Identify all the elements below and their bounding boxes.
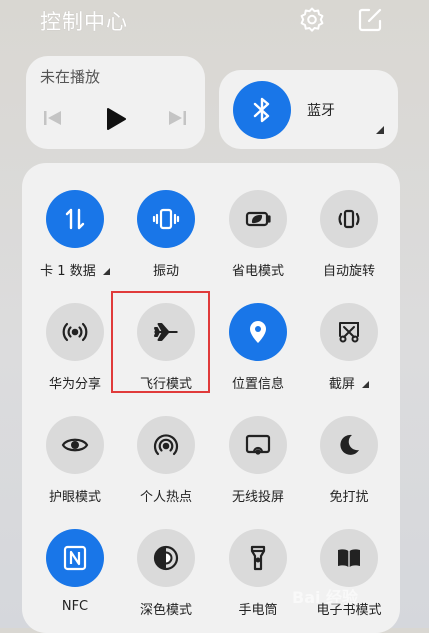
- nfc-icon: [46, 529, 104, 587]
- flashlight-icon: [229, 529, 287, 587]
- tile-label: 华为分享: [48, 377, 101, 392]
- media-card: 未在播放: [26, 56, 205, 149]
- dark-mode-icon: [137, 529, 195, 587]
- hotspot-icon: [137, 416, 195, 474]
- tile-label: 省电模式: [231, 264, 284, 279]
- tile-vibrate[interactable]: 振动: [126, 190, 206, 290]
- tile-location[interactable]: 位置信息: [218, 303, 298, 403]
- tile-label: 护眼模式: [48, 490, 101, 505]
- tile-label: 免打扰: [329, 490, 369, 505]
- next-track-icon[interactable]: [166, 108, 188, 132]
- screenshot-icon: [320, 303, 378, 361]
- bluetooth-icon[interactable]: [233, 81, 291, 139]
- location-icon: [229, 303, 287, 361]
- previous-track-icon[interactable]: [42, 108, 64, 132]
- tile-label: 自动旋转: [322, 264, 375, 279]
- tile-screenshot[interactable]: 截屏: [309, 303, 389, 403]
- tile-eye-comfort[interactable]: 护眼模式: [35, 416, 115, 516]
- tile-label: 无线投屏: [231, 490, 284, 505]
- tile-flashlight[interactable]: 手电筒: [218, 529, 298, 629]
- tile-label: 振动: [152, 264, 179, 279]
- tile-label: 个人热点: [139, 490, 192, 505]
- gear-icon[interactable]: [298, 6, 326, 34]
- huawei-share-icon: [46, 303, 104, 361]
- tile-auto-rotate[interactable]: 自动旋转: [309, 190, 389, 290]
- tile-label: 深色模式: [139, 603, 192, 618]
- battery-saver-icon: [229, 190, 287, 248]
- tile-label: NFC: [61, 599, 89, 614]
- mobile-data-icon: [46, 190, 104, 248]
- tile-label: 截屏: [299, 373, 399, 392]
- vibrate-icon: [137, 190, 195, 248]
- tile-nfc[interactable]: NFC: [35, 529, 115, 629]
- dropdown-indicator: [362, 381, 370, 388]
- airplane-mode-highlight-box: [111, 291, 210, 393]
- bluetooth-label: 蓝牙: [307, 103, 335, 119]
- tile-dark-mode[interactable]: 深色模式: [126, 529, 206, 629]
- tile-battery-saver[interactable]: 省电模式: [218, 190, 298, 290]
- tile-ebook-mode[interactable]: 电子书模式: [309, 529, 389, 629]
- dropdown-indicator: [102, 268, 110, 275]
- eye-comfort-icon: [46, 416, 104, 474]
- tile-huawei-share[interactable]: 华为分享: [35, 303, 115, 403]
- edit-icon[interactable]: [356, 6, 384, 34]
- tile-wireless-projection[interactable]: 无线投屏: [218, 416, 298, 516]
- watermark: Bai 经验: [292, 588, 359, 607]
- do-not-disturb-icon: [320, 416, 378, 474]
- page-title: 控制中心: [40, 10, 128, 34]
- bluetooth-card[interactable]: 蓝牙: [219, 70, 398, 149]
- play-icon[interactable]: [104, 106, 128, 136]
- tile-label: 位置信息: [231, 377, 284, 392]
- wireless-projection-icon: [229, 416, 287, 474]
- tile-label: 卡 1 数据: [25, 260, 125, 279]
- ebook-icon: [320, 529, 378, 587]
- tile-hotspot[interactable]: 个人热点: [126, 416, 206, 516]
- auto-rotate-icon: [320, 190, 378, 248]
- media-status: 未在播放: [40, 68, 101, 86]
- bluetooth-menu-indicator[interactable]: [376, 126, 384, 134]
- tile-mobile-data[interactable]: 卡 1 数据: [35, 190, 115, 290]
- tile-do-not-disturb[interactable]: 免打扰: [309, 416, 389, 516]
